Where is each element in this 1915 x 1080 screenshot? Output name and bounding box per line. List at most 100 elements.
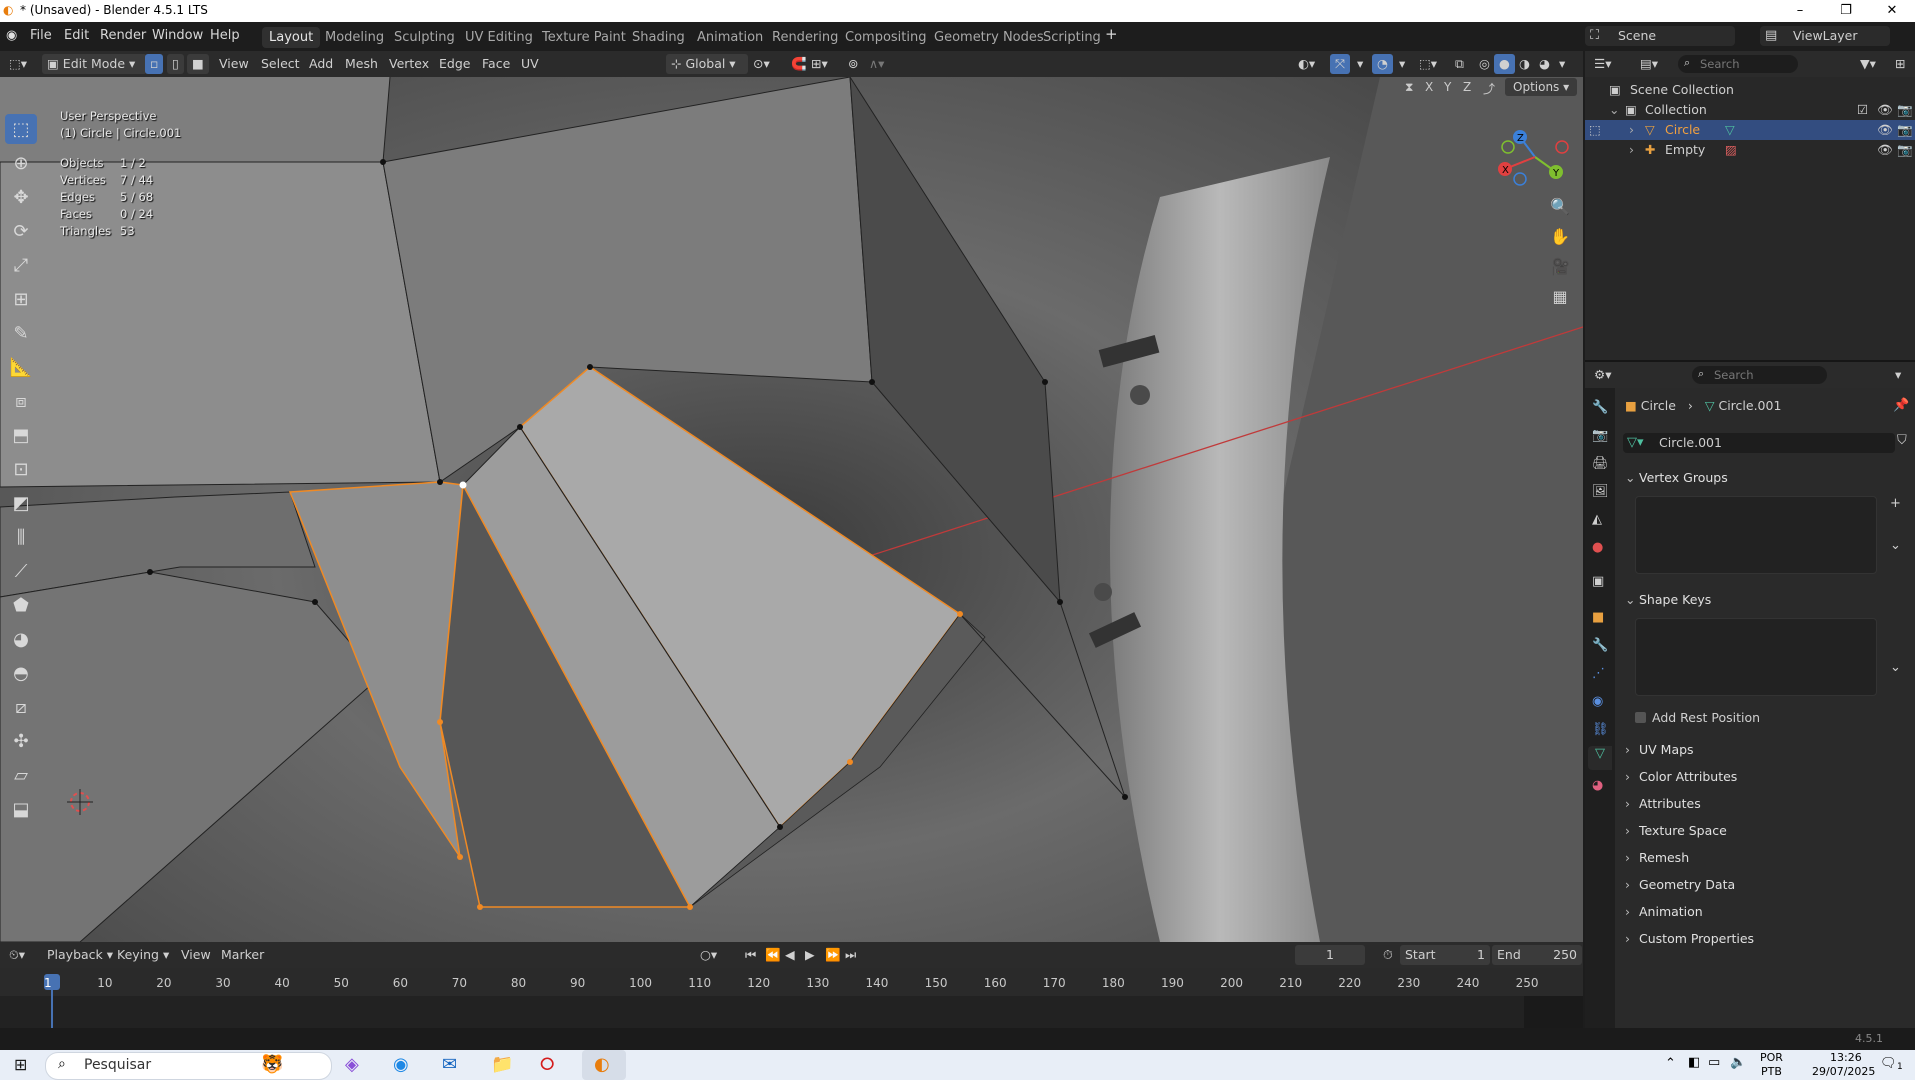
falloff-icon[interactable]: ∧▾: [864, 54, 889, 74]
taskbar-search-input[interactable]: ⌕ Pesquisar 🐯: [45, 1052, 332, 1080]
camera-icon[interactable]: 📷: [1897, 100, 1913, 120]
auto-merge-icon[interactable]: ⤴: [1483, 80, 1495, 97]
eye-icon[interactable]: 👁: [1877, 120, 1893, 140]
mode-selector[interactable]: ▣ Edit Mode ▾: [42, 54, 147, 74]
gizmo-dropdown-icon[interactable]: ▾: [1352, 54, 1368, 74]
panel-uv-maps[interactable]: › UV Maps: [1625, 738, 1907, 762]
overlay-toggle-icon[interactable]: ◔: [1372, 54, 1393, 74]
world-tab-icon[interactable]: ●: [1592, 540, 1603, 555]
edit-mode-indicator-icon[interactable]: ⬚: [1589, 120, 1601, 140]
output-tab-icon[interactable]: 🖨: [1592, 456, 1609, 471]
properties-options-icon[interactable]: ▾: [1890, 365, 1906, 385]
options-dropdown[interactable]: Options ▾: [1505, 78, 1578, 96]
material-tab-icon[interactable]: ◕: [1592, 778, 1603, 793]
zoom-icon[interactable]: 🔍: [1545, 197, 1575, 227]
tab-sculpting[interactable]: Sculpting: [387, 27, 462, 48]
camera-icon[interactable]: 📷: [1897, 140, 1913, 160]
end-frame-field[interactable]: End 250: [1492, 945, 1582, 965]
camera-icon[interactable]: 📷: [1897, 120, 1913, 140]
panel-animation[interactable]: › Animation: [1625, 900, 1907, 924]
start-frame-field[interactable]: Start 1: [1400, 945, 1490, 965]
view-layer-selector[interactable]: ▤ ViewLayer: [1760, 26, 1890, 46]
pan-hand-icon[interactable]: ✋: [1545, 227, 1575, 257]
chevron-right-icon[interactable]: ›: [1629, 140, 1634, 160]
properties-editor-icon[interactable]: ⚙▾: [1589, 365, 1616, 385]
inset-tool-icon[interactable]: ⊡: [5, 454, 37, 484]
menu-timeline-view[interactable]: View: [176, 945, 216, 965]
filter-icon[interactable]: ▼▾: [1855, 54, 1881, 74]
add-vertex-group-button[interactable]: +: [1890, 496, 1901, 511]
tab-scripting[interactable]: Scripting: [1036, 27, 1108, 48]
tool-tab-icon[interactable]: 🔧: [1592, 400, 1608, 415]
display-mode-icon[interactable]: ▤▾: [1635, 54, 1663, 74]
menu-uv[interactable]: UV: [516, 54, 544, 74]
pin-icon[interactable]: 📌: [1893, 398, 1909, 413]
tab-compositing[interactable]: Compositing: [838, 27, 934, 48]
snap-target-icon[interactable]: ⊞▾: [806, 54, 833, 74]
add-rest-position-checkbox[interactable]: Add Rest Position: [1635, 710, 1760, 725]
extrude-tool-icon[interactable]: ⬒: [5, 420, 37, 450]
clock-time[interactable]: 13:26: [1830, 1051, 1862, 1064]
tab-modeling[interactable]: Modeling: [318, 27, 391, 48]
jump-start-icon[interactable]: ⏮: [740, 945, 761, 965]
scene-collection-row[interactable]: ▣ Scene Collection: [1585, 80, 1915, 100]
spin-tool-icon[interactable]: ◕: [5, 624, 37, 654]
outliner-editor-icon[interactable]: ☰▾: [1589, 54, 1616, 74]
tab-geometry-nodes[interactable]: Geometry Nodes: [927, 27, 1051, 48]
camera-view-icon[interactable]: 🎥: [1545, 257, 1575, 287]
menu-view[interactable]: View: [214, 54, 254, 74]
rotate-tool-icon[interactable]: ⟳: [5, 216, 37, 246]
menu-edit[interactable]: Edit: [64, 28, 89, 43]
vertex-group-menu-icon[interactable]: ⌄: [1890, 538, 1901, 553]
menu-vertex[interactable]: Vertex: [384, 54, 434, 74]
add-cube-tool-icon[interactable]: ⧈: [5, 386, 37, 416]
menu-help[interactable]: Help: [210, 28, 240, 43]
shape-key-menu-icon[interactable]: ⌄: [1890, 660, 1901, 675]
outliner-item-circle[interactable]: ⬚ › ▽ Circle ▽ 👁 📷: [1585, 120, 1915, 140]
select-box-tool-icon[interactable]: ⬚: [5, 114, 37, 144]
mesh-overlay-icon[interactable]: ⬚▾: [1414, 54, 1442, 74]
collection-row[interactable]: ⌄ ▣ Collection ☑ 👁 📷: [1585, 100, 1915, 120]
loop-cut-tool-icon[interactable]: ⫼: [5, 522, 37, 552]
tab-texture-paint[interactable]: Texture Paint: [535, 27, 633, 48]
edge-browser-icon[interactable]: ◉: [393, 1054, 409, 1075]
eye-icon[interactable]: 👁: [1877, 140, 1893, 160]
smooth-tool-icon[interactable]: ◓: [5, 658, 37, 688]
constraints-tab-icon[interactable]: ⛓: [1592, 722, 1609, 737]
rendered-shading-icon[interactable]: ◕: [1534, 54, 1555, 74]
menu-face[interactable]: Face: [477, 54, 515, 74]
gizmo-toggle-icon[interactable]: ⤧: [1330, 54, 1351, 74]
panel-remesh[interactable]: › Remesh: [1625, 846, 1907, 870]
close-button[interactable]: ✕: [1869, 0, 1915, 22]
transform-tool-icon[interactable]: ⊞: [5, 284, 37, 314]
3d-viewport[interactable]: ⬚ ⊕ ✥ ⟳ ⤢ ⊞ ✎ 📐 ⧈ ⬒ ⊡ ◩ ⫼ ⟋ ⬟ ◕ ◓ ⧄ ✣ ▱ …: [0, 77, 1583, 942]
collection-tab-icon[interactable]: ▣: [1592, 574, 1604, 589]
new-collection-icon[interactable]: ⊞: [1890, 54, 1910, 74]
panel-custom-properties[interactable]: › Custom Properties: [1625, 927, 1907, 951]
face-select-button[interactable]: ■: [187, 54, 209, 74]
scene-tab-icon[interactable]: ◭: [1592, 512, 1602, 527]
shape-keys-list[interactable]: [1635, 618, 1877, 696]
render-tab-icon[interactable]: 📷: [1592, 428, 1608, 443]
chevron-down-icon[interactable]: ⌄: [1609, 100, 1619, 120]
shading-dropdown-icon[interactable]: ▾: [1554, 54, 1570, 74]
tab-animation[interactable]: Animation: [690, 27, 770, 48]
copilot-icon[interactable]: ◈: [345, 1054, 359, 1075]
volume-icon[interactable]: 🔈: [1730, 1055, 1746, 1070]
cursor-tool-icon[interactable]: ⊕: [5, 148, 37, 178]
mirror-x-toggle[interactable]: X: [1425, 80, 1433, 94]
eye-icon[interactable]: 👁: [1877, 100, 1893, 120]
proportional-edit-icon[interactable]: ⊚: [843, 54, 863, 74]
windows-start-icon[interactable]: ⊞: [14, 1055, 27, 1074]
menu-keying[interactable]: Keying ▾: [112, 945, 174, 965]
mirror-y-toggle[interactable]: Y: [1444, 80, 1451, 94]
shear-tool-icon[interactable]: ▱: [5, 760, 37, 790]
editor-type-icon[interactable]: ⬚▾: [4, 54, 32, 74]
tray-overflow-icon[interactable]: ⌃: [1665, 1056, 1676, 1071]
play-reverse-icon[interactable]: ◀: [780, 945, 800, 965]
outliner-search-input[interactable]: ⌕ Search: [1678, 55, 1798, 73]
menu-select[interactable]: Select: [256, 54, 305, 74]
panel-geometry-data[interactable]: › Geometry Data: [1625, 873, 1907, 897]
outlook-icon[interactable]: ✉: [442, 1054, 457, 1075]
preview-range-icon[interactable]: ⏱: [1378, 945, 1398, 965]
